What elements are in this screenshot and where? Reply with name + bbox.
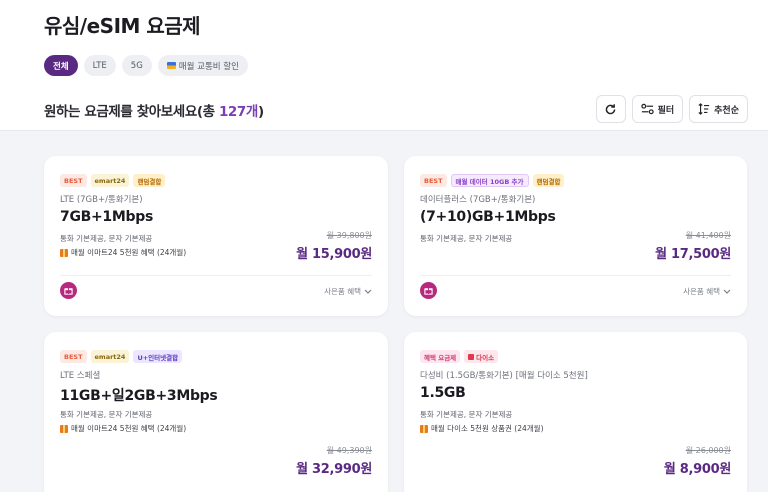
chevron-down-icon <box>723 289 731 294</box>
original-price: 월 41,400원 <box>685 231 731 240</box>
chip-5g[interactable]: 5G <box>121 55 152 76</box>
plan-card[interactable]: BEST emart24 U+인터넷결합 LTE 스페셜 11GB+일2GB+3… <box>44 332 388 492</box>
chip-transport-label: 매월 교통비 할인 <box>178 61 239 72</box>
results-heading: 원하는 요금제를 찾아보세요(총 127개) <box>44 100 264 120</box>
gift-benefit-label: 사은품 혜택 <box>683 287 720 296</box>
chip-lte[interactable]: LTE <box>83 55 116 76</box>
gift-benefit-toggle[interactable]: 사은품 혜택 <box>324 286 372 297</box>
sale-price: 월 32,990원 <box>296 462 372 477</box>
header-area: 유심/eSIM 요금제 전체 LTE 5G 매월 교통비 할인 원하는 요금제를… <box>0 0 768 130</box>
refresh-icon <box>605 103 616 114</box>
emart24-tag: emart24 <box>90 174 130 187</box>
plan-name: 1.5GB <box>420 385 466 401</box>
plan-subtitle: LTE (7GB+/통화기본) <box>60 195 143 205</box>
filter-icon <box>640 103 654 115</box>
gift-icon <box>60 248 68 257</box>
card-icon <box>166 62 176 69</box>
results-suffix: ) <box>257 104 264 120</box>
plan-benefit: 매월 이마트24 5천원 혜택 (24개월) <box>60 423 186 434</box>
plan-name: (7+10)GB+1Mbps <box>420 209 556 225</box>
best-tag: BEST <box>60 350 87 363</box>
tag-list: BEST emart24 랜덤결합 <box>60 174 166 187</box>
sale-price: 월 15,900원 <box>296 247 372 262</box>
filter-label: 필터 <box>657 105 675 116</box>
divider <box>60 275 372 276</box>
toolbar: 필터 추천순 <box>595 95 748 123</box>
plan-description: 통화 기본제공, 문자 기본제공 <box>420 410 513 419</box>
price-box: 월 39,800원 월 15,900원 <box>296 230 372 262</box>
gift-icon <box>420 424 428 433</box>
chevron-down-icon <box>364 289 372 294</box>
emart24-tag: emart24 <box>90 350 130 363</box>
plan-benefit-text: 매월 이마트24 5천원 혜택 (24개월) <box>71 248 187 257</box>
tag-list: BEST 매월 데이터 10GB 추가 랜덤결합 <box>420 174 565 187</box>
results-prefix: 원하는 요금제를 찾아보세요(총 <box>44 104 219 120</box>
random-bundle-tag: 랜덤결합 <box>133 174 166 187</box>
extra-data-tag: 매월 데이터 10GB 추가 <box>450 174 529 187</box>
divider <box>420 275 731 276</box>
sale-price: 월 17,500원 <box>655 247 731 262</box>
original-price: 월 26,000원 <box>685 446 731 455</box>
results-count: 127개 <box>218 104 258 120</box>
gift-badge-icon <box>60 282 77 299</box>
filter-chips: 전체 LTE 5G 매월 교통비 할인 <box>44 55 248 76</box>
plan-benefit: 매월 이마트24 5천원 혜택 (24개월) <box>60 247 186 258</box>
daiso-tag-label: 다이소 <box>476 353 495 362</box>
filter-button[interactable]: 필터 <box>631 95 684 123</box>
random-bundle-tag: 랜덤결합 <box>532 174 565 187</box>
gift-badge-icon <box>420 282 437 299</box>
gift-benefit-label: 사은품 혜택 <box>324 287 361 296</box>
original-price: 월 49,390원 <box>326 446 372 455</box>
price-box: 월 26,000원 월 8,900원 <box>664 445 731 477</box>
plan-card[interactable]: BEST 매월 데이터 10GB 추가 랜덤결합 데이터플러스 (7GB+/통화… <box>404 156 747 316</box>
gift-benefit-toggle[interactable]: 사은품 혜택 <box>683 286 731 297</box>
best-tag: BEST <box>420 174 447 187</box>
plan-subtitle: 다성비 (1.5GB/통화기본) [매월 다이소 5천원] <box>420 371 588 381</box>
best-tag: BEST <box>60 174 87 187</box>
plan-name: 7GB+1Mbps <box>60 209 153 225</box>
gift-icon <box>60 424 68 433</box>
daiso-logo-icon <box>468 353 475 360</box>
plan-subtitle: 데이터플러스 (7GB+/통화기본) <box>420 195 536 205</box>
benefit-plan-tag: 혜택 요금제 <box>420 350 461 363</box>
plan-benefit: 매월 다이소 5천원 상품권 (24개월) <box>420 423 544 434</box>
plan-card[interactable]: BEST emart24 랜덤결합 LTE (7GB+/통화기본) 7GB+1M… <box>44 156 388 316</box>
tag-list: BEST emart24 U+인터넷결합 <box>60 350 183 363</box>
original-price: 월 39,800원 <box>326 231 372 240</box>
plan-description: 통화 기본제공, 문자 기본제공 <box>60 234 153 243</box>
plan-benefit-text: 매월 다이소 5천원 상품권 (24개월) <box>431 424 544 433</box>
page-title: 유심/eSIM 요금제 <box>44 14 201 38</box>
plan-subtitle: LTE 스페셜 <box>60 371 101 381</box>
price-box: 월 41,400원 월 17,500원 <box>655 230 731 262</box>
uplus-internet-tag: U+인터넷결합 <box>133 350 183 363</box>
tag-list: 혜택 요금제 다이소 <box>420 350 499 363</box>
plan-description: 통화 기본제공, 문자 기본제공 <box>60 410 153 419</box>
sale-price: 월 8,900원 <box>663 462 731 477</box>
daiso-tag: 다이소 <box>464 350 499 363</box>
plan-description: 통화 기본제공, 문자 기본제공 <box>420 234 513 243</box>
plan-benefit-text: 매월 이마트24 5천원 혜택 (24개월) <box>71 424 187 433</box>
sort-button[interactable]: 추천순 <box>689 95 748 123</box>
sort-icon <box>698 103 710 115</box>
chip-transport-discount[interactable]: 매월 교통비 할인 <box>157 55 248 76</box>
chip-all[interactable]: 전체 <box>44 55 78 76</box>
plan-card[interactable]: 혜택 요금제 다이소 다성비 (1.5GB/통화기본) [매월 다이소 5천원]… <box>404 332 747 492</box>
refresh-button[interactable] <box>595 95 626 123</box>
price-box: 월 49,390원 월 32,990원 <box>296 445 372 477</box>
sort-label: 추천순 <box>714 105 739 116</box>
plan-name: 11GB+일2GB+3Mbps <box>60 388 218 404</box>
